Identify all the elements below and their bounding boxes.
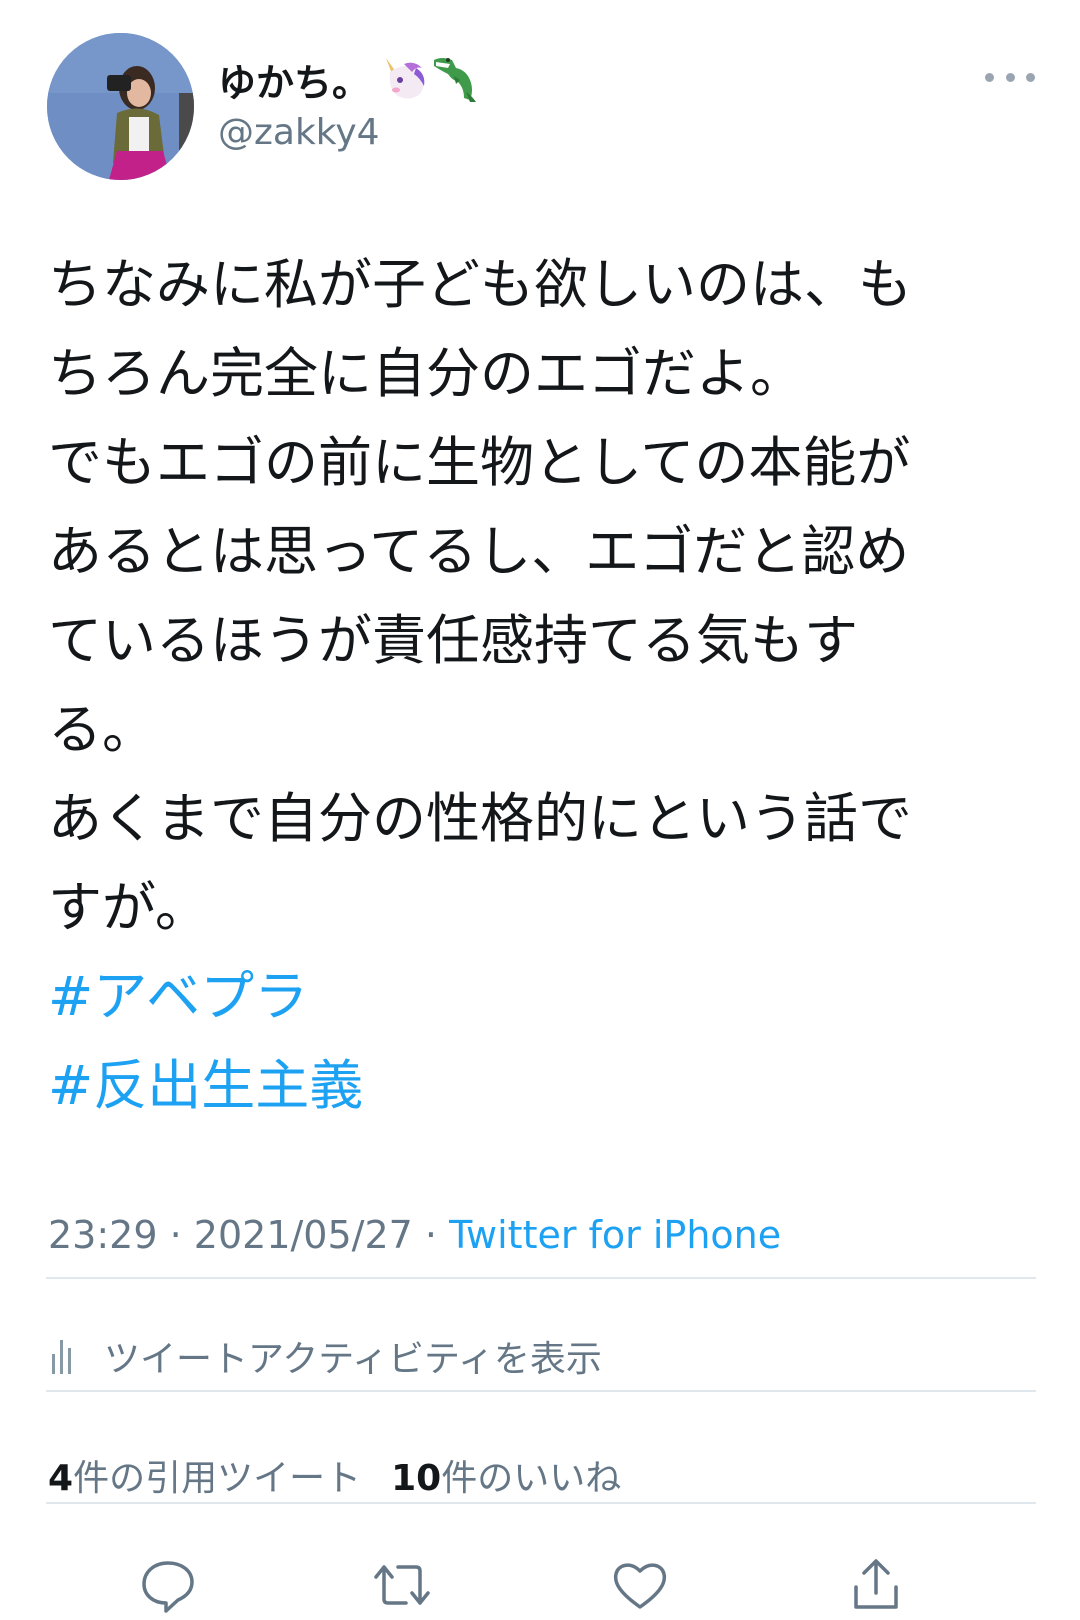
like-button[interactable] [610, 1555, 670, 1615]
tweet-activity-button[interactable]: ツイートアクティビティを表示 [48, 1328, 602, 1384]
tweet-text-line: あるとは思ってるし、エゴだと認め [48, 520, 910, 583]
reply-button[interactable] [138, 1555, 198, 1615]
retweet-icon [374, 1565, 430, 1605]
tweet-time: 23:29 [48, 1213, 158, 1257]
share-button[interactable] [846, 1555, 906, 1615]
more-dot-icon [1026, 72, 1035, 82]
share-icon [854, 1559, 898, 1609]
hashtag-link[interactable]: #アベプラ [48, 952, 1038, 1041]
more-dot-icon [1005, 72, 1015, 82]
meta-separator: · [424, 1213, 438, 1257]
tweet-meta: 23:29 · 2021/05/27 · Twitter for iPhone [48, 1213, 781, 1257]
unicorn-emoji-icon [376, 50, 432, 106]
likes-link[interactable]: 10件のいいね [391, 1449, 621, 1501]
tweet-text-line: ちろん完全に自分のエゴだよ。 [48, 342, 804, 405]
avatar[interactable] [47, 33, 194, 180]
tweet-text-line: ているほうが責任感持てる気もす [48, 609, 858, 672]
user-handle[interactable]: @zakky4 [218, 112, 380, 153]
tweet-text-line: でもエゴの前に生物としての本能が [48, 431, 911, 494]
tweet-text-line: ちなみに私が子ども欲しいのは、も [48, 253, 912, 316]
tweet-source-link[interactable]: Twitter for iPhone [449, 1213, 781, 1257]
quote-count: 4 [48, 1458, 74, 1499]
display-name[interactable]: ゆかち。 [218, 52, 370, 107]
more-dot-icon [985, 72, 994, 82]
reply-icon [142, 1561, 194, 1613]
activity-label: ツイートアクティビティを表示 [104, 1339, 602, 1380]
more-options-button[interactable] [985, 62, 1035, 92]
tweet-text: ちなみに私が子ども欲しいのは、も ちろん完全に自分のエゴだよ。 でもエゴの前に生… [48, 240, 1038, 1130]
hashtag-link[interactable]: #反出生主義 [48, 1041, 1038, 1130]
meta-separator: · [169, 1213, 182, 1257]
tweet-text-line: あくまで自分の性格的にという話で [48, 787, 912, 850]
quote-label: 件の引用ツイート [73, 1458, 362, 1499]
tweet-actions [0, 1555, 1080, 1620]
tweet-text-line: すが。 [48, 876, 209, 939]
like-count: 10 [391, 1458, 442, 1499]
tweet-date: 2021/05/27 [193, 1213, 413, 1257]
retweet-button[interactable] [372, 1555, 432, 1615]
quote-tweets-link[interactable]: 4件の引用ツイート [48, 1449, 361, 1501]
activity-chart-icon [48, 1336, 84, 1376]
tweet-stats: 4件の引用ツイート 10件のいいね [48, 1447, 621, 1503]
avatar-photo [47, 33, 194, 180]
like-icon [613, 1563, 667, 1609]
like-label: 件のいいね [441, 1458, 622, 1499]
divider [46, 1390, 1036, 1392]
tweet-text-line: る。 [48, 698, 156, 761]
divider [46, 1502, 1036, 1504]
crocodile-emoji-icon [426, 50, 482, 106]
tweet-detail: ゆかち。 @zakky4 ちなみに私が子ども欲しいのは、も ちろん完全に自分のエ… [0, 0, 1080, 1620]
divider [46, 1277, 1036, 1279]
